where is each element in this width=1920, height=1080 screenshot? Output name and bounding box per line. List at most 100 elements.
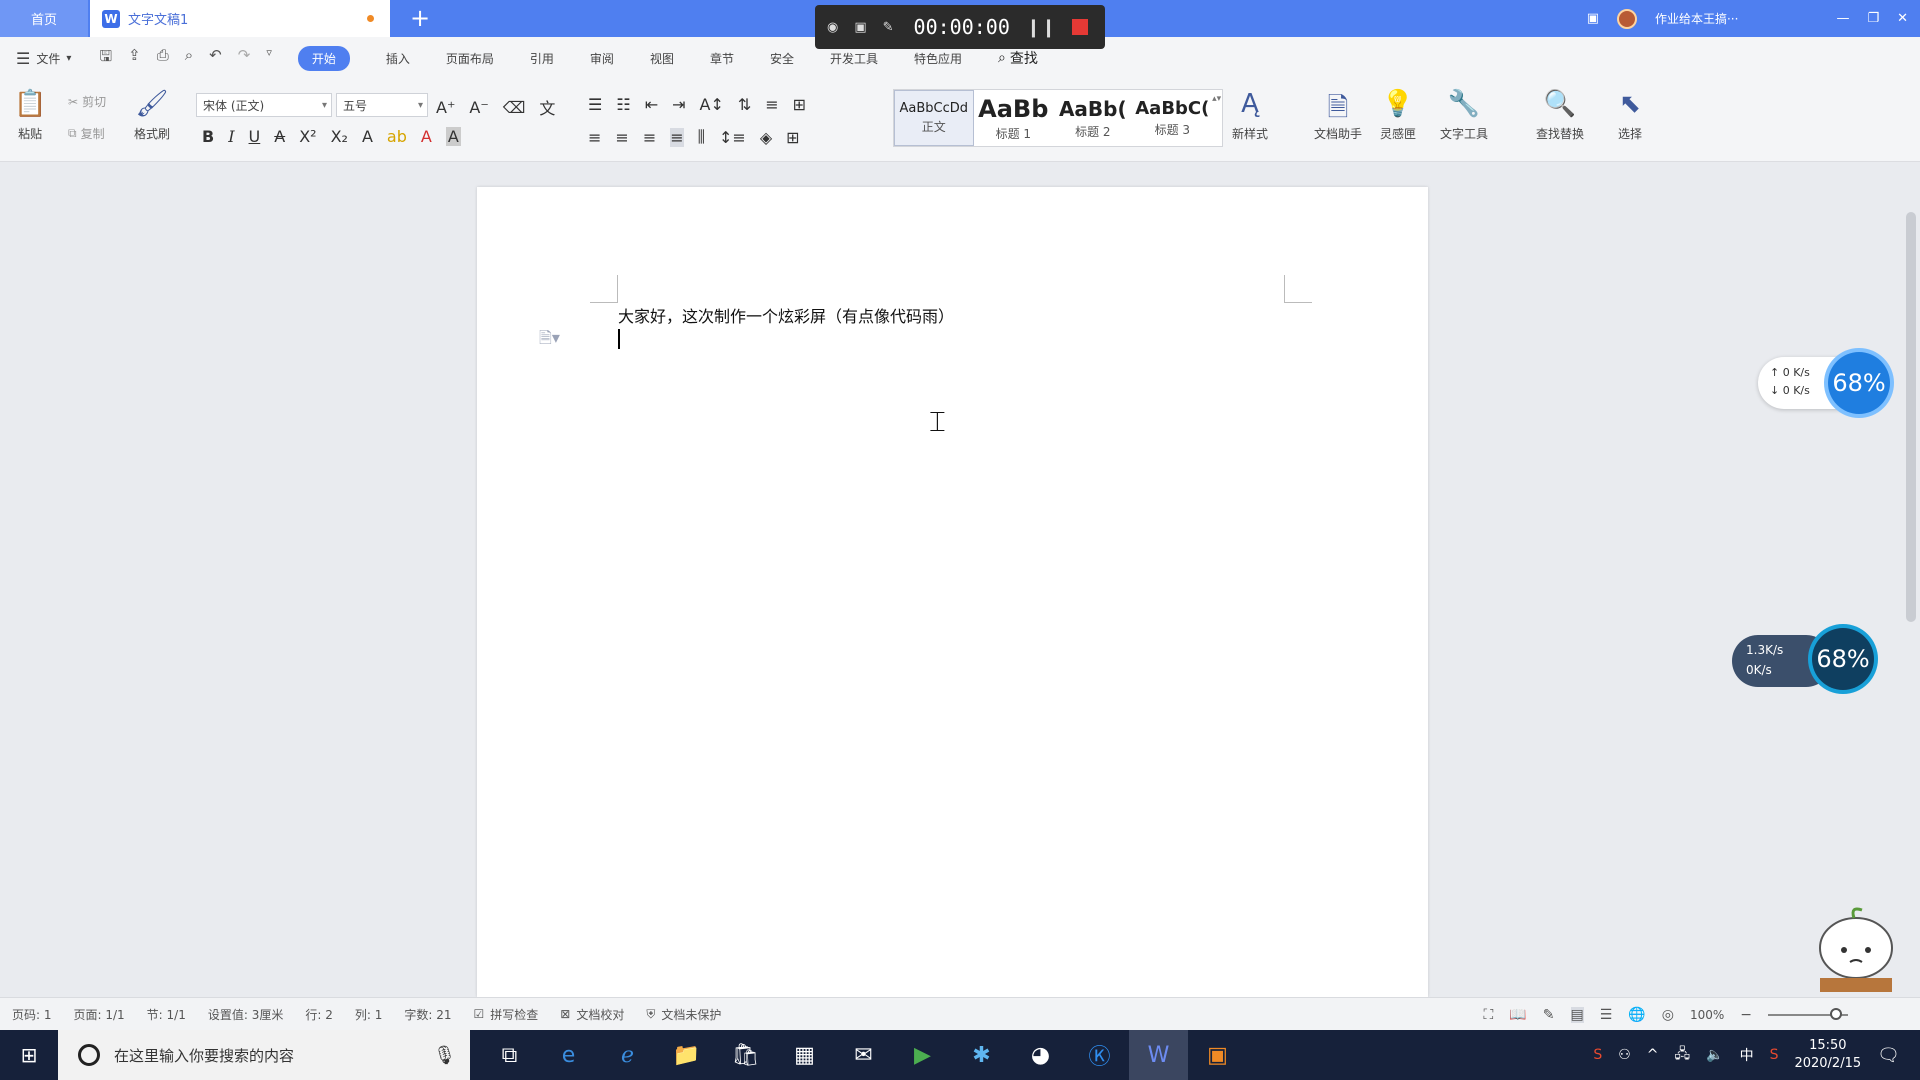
sort-icon[interactable]: ⇅ xyxy=(738,95,751,114)
font-name-select[interactable]: 宋体 (正文) xyxy=(196,93,332,117)
windows-app-icon[interactable]: ▦ xyxy=(775,1030,834,1080)
status-word-count[interactable]: 字数: 21 xyxy=(404,1006,451,1023)
tab-review[interactable]: 审阅 xyxy=(590,50,614,67)
document-line-1[interactable]: 大家好，这次制作一个炫彩屏（有点像代码雨） xyxy=(618,303,954,327)
tab-special[interactable]: 特色应用 xyxy=(914,50,962,67)
find-replace-button[interactable]: 🔍 查找替换 xyxy=(1536,89,1584,142)
bullet-list-icon[interactable]: ☰ xyxy=(588,95,602,114)
cut-button[interactable]: ✂ 剪切 xyxy=(68,93,106,110)
numbered-list-icon[interactable]: ☷ xyxy=(616,95,630,114)
stop-record-icon[interactable] xyxy=(1072,19,1089,35)
pen-icon[interactable]: ✎ xyxy=(883,20,894,35)
view-switch-icon[interactable]: ▣ xyxy=(1587,11,1599,26)
strikethrough-icon[interactable]: A xyxy=(274,127,285,146)
tab-chapter[interactable]: 章节 xyxy=(710,50,734,67)
align-center-icon[interactable]: ≡ xyxy=(615,128,628,147)
scrollbar-thumb[interactable] xyxy=(1906,212,1916,622)
border-icon[interactable]: ⊞ xyxy=(786,128,799,147)
copy-button[interactable]: ⧉ 复制 xyxy=(68,125,105,142)
fullscreen-icon[interactable]: ⛶ xyxy=(1484,1007,1494,1023)
redo-icon[interactable]: ↷ xyxy=(238,46,251,71)
status-column[interactable]: 列: 1 xyxy=(355,1006,383,1023)
spacing-icon[interactable]: ↕≡ xyxy=(719,128,746,147)
eye-icon[interactable]: ◉ xyxy=(827,20,838,35)
style-normal[interactable]: AaBbCcDd 正文 xyxy=(894,90,974,146)
bold-icon[interactable]: B xyxy=(202,127,214,146)
sogou-tray-icon[interactable]: S xyxy=(1770,1047,1779,1063)
outline-view-icon[interactable]: ☰ xyxy=(1600,1007,1613,1023)
new-style-button[interactable]: Ą 新样式 xyxy=(1232,89,1268,142)
clock[interactable]: 15:50 2020/2/15 xyxy=(1794,1037,1861,1073)
web-view-icon[interactable]: 🌐 xyxy=(1628,1007,1645,1023)
status-section[interactable]: 节: 1/1 xyxy=(147,1006,186,1023)
media-player-icon[interactable]: ▶ xyxy=(893,1030,952,1080)
restore-icon[interactable]: ❐ xyxy=(1867,11,1879,26)
shrink-font-icon[interactable]: A⁻ xyxy=(469,98,488,117)
task-view-icon[interactable]: ⧉ xyxy=(480,1030,539,1080)
save-icon[interactable]: 🖫 xyxy=(99,46,112,71)
tab-document[interactable]: W 文字文稿1 xyxy=(90,0,390,37)
subscript-icon[interactable]: X₂ xyxy=(331,127,348,146)
style-gallery-scroll[interactable]: ▴▾ xyxy=(1212,90,1222,146)
status-position[interactable]: 设置值: 3厘米 xyxy=(208,1006,284,1023)
doc-proof-button[interactable]: ⊠ 文档校对 xyxy=(560,1006,624,1023)
tab-home[interactable]: 首页 xyxy=(0,0,88,37)
superscript-icon[interactable]: X² xyxy=(299,127,316,146)
font-size-select[interactable]: 五号 xyxy=(336,93,428,117)
grow-font-icon[interactable]: A⁺ xyxy=(436,98,455,117)
people-icon[interactable]: ⚇ xyxy=(1618,1047,1631,1063)
mail-icon[interactable]: ✉ xyxy=(834,1030,893,1080)
decrease-indent-icon[interactable]: ⇤ xyxy=(645,95,658,114)
tab-page-layout[interactable]: 页面布局 xyxy=(446,50,494,67)
qq-browser-icon[interactable]: ◕ xyxy=(1011,1030,1070,1080)
style-heading-1[interactable]: AaBb 标题 1 xyxy=(974,90,1054,146)
align-left-icon[interactable]: ≡ xyxy=(588,128,601,147)
file-explorer-icon[interactable]: 📁 xyxy=(657,1030,716,1080)
paste-button[interactable]: 📋 粘贴 xyxy=(14,89,46,142)
doc-assistant-button[interactable]: 🗎 文档助手 xyxy=(1314,89,1362,142)
italic-icon[interactable]: I xyxy=(228,127,234,146)
doc-protect-button[interactable]: ⛨ 文档未保护 xyxy=(646,1006,721,1023)
screen-recorder-icon[interactable]: ▣ xyxy=(1188,1030,1247,1080)
customize-icon[interactable]: ▿ xyxy=(266,46,272,71)
ie-icon[interactable]: ℯ xyxy=(598,1030,657,1080)
document-page[interactable]: 🗎▾ 大家好，这次制作一个炫彩屏（有点像代码雨） xyxy=(477,187,1428,997)
tab-insert[interactable]: 插入 xyxy=(386,50,410,67)
text-tools-button[interactable]: 🔧 文字工具 xyxy=(1440,89,1488,142)
minimize-icon[interactable]: — xyxy=(1836,11,1849,26)
table-layout-icon[interactable]: ⊞ xyxy=(793,95,806,114)
spell-check-button[interactable]: ☑ 拼写检查 xyxy=(473,1006,538,1023)
print-icon[interactable]: ⎙ xyxy=(157,46,169,71)
tray-expand-icon[interactable]: ^ xyxy=(1647,1047,1659,1063)
taskbar-search[interactable]: 在这里输入你要搜索的内容 🎙 xyxy=(58,1030,470,1080)
edge-icon[interactable]: e xyxy=(539,1030,598,1080)
notification-icon[interactable]: 🗨 xyxy=(1877,1045,1900,1066)
windows-start-icon[interactable]: ⊞ xyxy=(0,1030,58,1080)
text-effect-icon[interactable]: A xyxy=(362,127,373,146)
highlight-icon[interactable]: ab xyxy=(387,127,407,146)
increase-indent-icon[interactable]: ⇥ xyxy=(672,95,685,114)
line-spacing-icon[interactable]: ≡ xyxy=(765,95,778,114)
zoom-level[interactable]: 100% xyxy=(1690,1008,1724,1022)
font-color-icon[interactable]: A xyxy=(421,127,432,146)
clear-format-icon[interactable]: ⌫ xyxy=(503,98,526,117)
eye-protect-icon[interactable]: ◎ xyxy=(1662,1007,1674,1023)
zoom-slider[interactable] xyxy=(1768,1007,1848,1020)
tab-security[interactable]: 安全 xyxy=(770,50,794,67)
zoom-slider-knob[interactable] xyxy=(1830,1007,1842,1020)
network-speed-widget[interactable]: ↑ 0 K/s ↓ 0 K/s 68% xyxy=(1758,352,1890,414)
new-tab-button[interactable]: + xyxy=(406,4,434,32)
zoom-out-icon[interactable]: − xyxy=(1740,1007,1752,1023)
shading-icon[interactable]: ◈ xyxy=(760,128,772,147)
avatar[interactable] xyxy=(1616,8,1637,29)
format-painter-button[interactable]: 🖌 格式刷 xyxy=(134,89,170,142)
user-name[interactable]: 作业给本王搞··· xyxy=(1655,10,1738,27)
underline-icon[interactable]: U xyxy=(249,127,261,146)
find-button[interactable]: ⌕ 查找 xyxy=(998,48,1038,68)
star-app-icon[interactable]: ✱ xyxy=(952,1030,1011,1080)
kugou-icon[interactable]: Ⓚ xyxy=(1070,1030,1129,1080)
pause-icon[interactable]: ❙❙ xyxy=(1026,17,1056,38)
tab-start[interactable]: 开始 xyxy=(297,45,350,71)
text-direction-icon[interactable]: A↕ xyxy=(700,95,724,114)
print-preview-icon[interactable]: ⌕ xyxy=(185,46,193,71)
